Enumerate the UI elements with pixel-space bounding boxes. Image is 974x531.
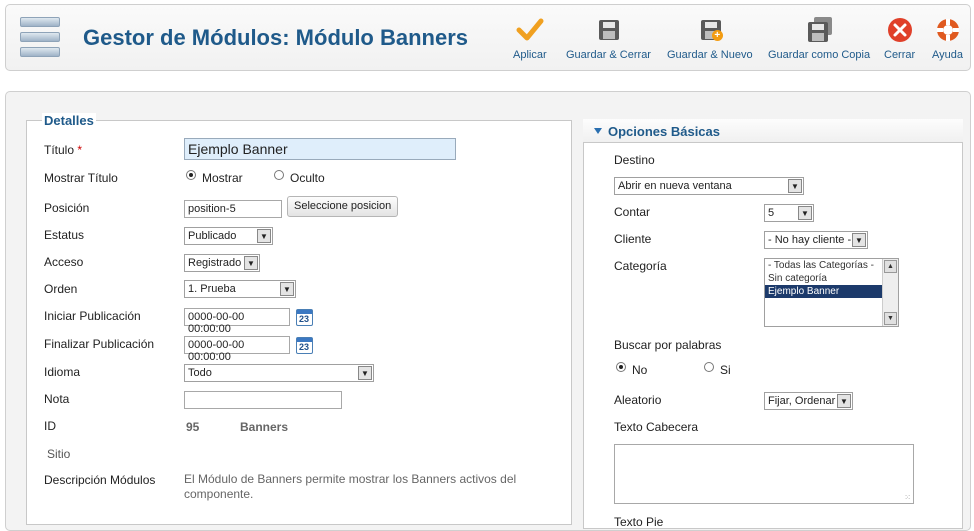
mostrar-option-label: Mostrar <box>202 171 243 185</box>
save-new-button[interactable]: + Guardar & Nuevo <box>667 17 753 61</box>
texto-cabecera-label: Texto Cabecera <box>614 420 699 434</box>
page-title: Gestor de Módulos: Módulo Banners <box>83 25 469 50</box>
posicion-label: Posición <box>44 201 90 215</box>
help-label: Ayuda <box>932 49 963 61</box>
save-copy-icon <box>805 17 833 43</box>
close-button[interactable]: Cerrar <box>884 17 915 61</box>
id-value: 95 <box>186 420 200 434</box>
save-copy-label: Guardar como Copia <box>768 49 871 61</box>
iniciar-publicacion-input[interactable]: 0000-00-00 00:00:00 <box>184 308 290 335</box>
module-manager-icon <box>20 17 60 59</box>
sitio-label: Sitio <box>47 447 71 461</box>
module-type: Banners <box>240 420 289 434</box>
scrollbar[interactable]: ▲ ▼ <box>882 259 898 326</box>
options-panel-title[interactable]: Opciones Básicas <box>608 124 720 139</box>
titulo-label: Título * <box>44 143 83 157</box>
no-option-label: No <box>632 363 648 377</box>
check-icon <box>516 17 544 43</box>
posicion-input[interactable]: position-5 <box>184 200 282 218</box>
mostrar-radio[interactable] <box>186 170 196 180</box>
save-close-label: Guardar & Cerrar <box>566 49 651 61</box>
contar-select[interactable]: 5 ▼ <box>764 204 814 222</box>
categoria-label: Categoría <box>614 259 667 273</box>
destino-label: Destino <box>614 153 655 167</box>
titulo-input[interactable]: Ejemplo Banner <box>184 138 456 160</box>
chevron-down-icon: ▼ <box>798 206 812 220</box>
calendar-icon[interactable]: 23 <box>296 309 313 326</box>
idioma-label: Idioma <box>44 365 81 379</box>
descripcion-label: Descripción Módulos <box>44 473 156 487</box>
calendar-icon[interactable]: 23 <box>296 337 313 354</box>
iniciar-publicacion-label: Iniciar Publicación <box>44 309 141 323</box>
collapse-triangle-icon[interactable] <box>594 128 602 134</box>
destino-select[interactable]: Abrir en nueva ventana ▼ <box>614 177 804 195</box>
select-position-button[interactable]: Seleccione posicion <box>287 196 399 217</box>
aleatorio-label: Aleatorio <box>614 393 662 407</box>
descripcion-text: El Módulo de Banners permite mostrar los… <box>184 472 517 501</box>
chevron-down-icon: ▼ <box>257 229 271 243</box>
chevron-down-icon: ▼ <box>852 233 866 247</box>
oculto-option-label: Oculto <box>290 171 325 185</box>
apply-label: Aplicar <box>513 49 547 61</box>
idioma-select[interactable]: Todo ▼ <box>184 364 374 382</box>
contar-label: Contar <box>614 205 651 219</box>
estatus-label: Estatus <box>44 228 85 242</box>
mostrar-titulo-label: Mostrar Título <box>44 171 118 185</box>
id-label: ID <box>44 419 56 433</box>
save-close-button[interactable]: Guardar & Cerrar <box>566 17 651 61</box>
close-label: Cerrar <box>884 49 916 61</box>
save-new-label: Guardar & Nuevo <box>667 49 753 61</box>
aleatorio-select[interactable]: Fijar, Ordenar ▼ <box>764 392 853 410</box>
resize-grip-icon[interactable]: ⁙ <box>904 493 911 502</box>
buscar-label: Buscar por palabras <box>614 338 722 352</box>
orden-select[interactable]: 1. Prueba ▼ <box>184 280 296 298</box>
categoria-listbox[interactable]: - Todas las Categorías - Sin categoría E… <box>764 258 899 327</box>
help-lifebuoy-icon <box>934 17 962 43</box>
toolbar: Gestor de Módulos: Módulo Banners Aplica… <box>5 4 971 71</box>
finalizar-publicacion-input[interactable]: 0000-00-00 00:00:00 <box>184 336 290 363</box>
cliente-label: Cliente <box>614 232 652 246</box>
list-item[interactable]: Sin categoría <box>765 272 883 285</box>
chevron-down-icon: ▼ <box>788 179 802 193</box>
chevron-down-icon: ▼ <box>358 366 372 380</box>
estatus-select[interactable]: Publicado ▼ <box>184 227 273 245</box>
oculto-radio[interactable] <box>274 170 284 180</box>
chevron-down-icon: ▼ <box>837 394 851 408</box>
chevron-down-icon: ▼ <box>244 256 258 270</box>
save-copy-button[interactable]: Guardar como Copia <box>768 17 870 61</box>
help-button[interactable]: Ayuda <box>932 17 963 61</box>
chevron-down-icon: ▼ <box>280 282 294 296</box>
cliente-select[interactable]: - No hay cliente - ▼ <box>764 231 868 249</box>
texto-cabecera-textarea[interactable]: ⁙ <box>614 444 914 504</box>
save-icon <box>594 17 622 43</box>
orden-label: Orden <box>44 282 78 296</box>
details-legend: Detalles <box>42 113 96 128</box>
no-radio[interactable] <box>616 362 626 372</box>
list-item[interactable]: Ejemplo Banner <box>765 285 883 298</box>
acceso-select[interactable]: Registrado ▼ <box>184 254 260 272</box>
close-icon <box>886 17 914 43</box>
apply-button[interactable]: Aplicar <box>513 17 547 61</box>
list-item[interactable]: - Todas las Categorías - <box>765 259 883 272</box>
nota-label: Nota <box>44 392 70 406</box>
nota-input[interactable] <box>184 391 342 409</box>
si-radio[interactable] <box>704 362 714 372</box>
save-new-icon: + <box>696 17 724 43</box>
scroll-down-icon[interactable]: ▼ <box>884 312 897 325</box>
finalizar-publicacion-label: Finalizar Publicación <box>44 337 155 351</box>
acceso-label: Acceso <box>44 255 84 269</box>
scroll-up-icon[interactable]: ▲ <box>884 260 897 273</box>
si-option-label: Si <box>720 363 731 377</box>
